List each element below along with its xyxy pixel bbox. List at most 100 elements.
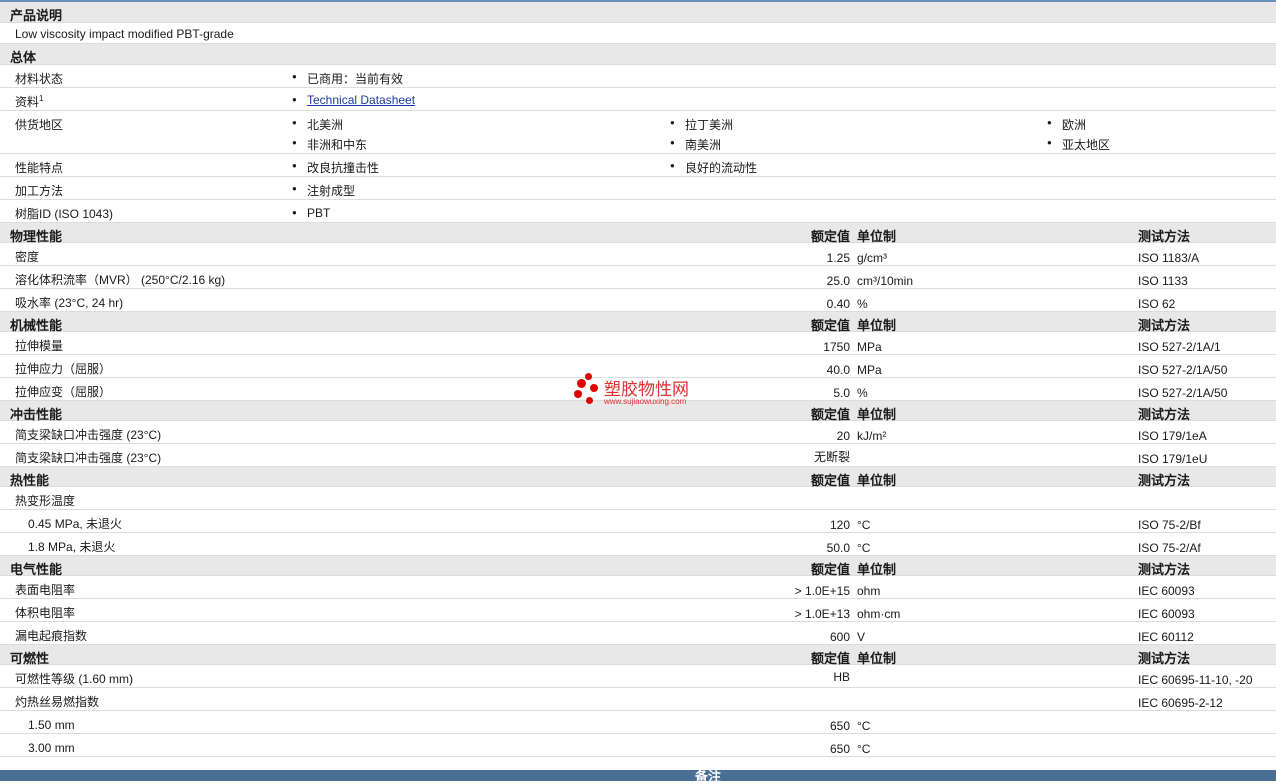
region-item: 拉丁美洲 [670, 116, 733, 133]
property-unit: °C [857, 541, 871, 555]
table-row: 热变形温度 [0, 487, 1276, 510]
watermark-url: www.sujiaowuxing.com [604, 397, 687, 406]
property-unit: MPa [857, 363, 882, 377]
property-name: 表面电阻率 [15, 583, 76, 597]
region-item: 欧洲 [1047, 116, 1086, 133]
section-general: 总体 [0, 44, 1276, 65]
table-row: 漏电起痕指数 600 V IEC 60112 [0, 622, 1276, 645]
property-value: 1750 [823, 340, 850, 354]
table-row: 吸水率 (23°C, 24 hr) 0.40 % ISO 62 [0, 289, 1276, 312]
property-unit: V [857, 630, 866, 644]
property-value: 20 [836, 429, 850, 443]
property-unit: °C [857, 742, 871, 756]
property-value: 无断裂 [813, 450, 850, 464]
logo-dot-icon [586, 397, 593, 404]
property-name: 热变形温度 [15, 494, 76, 508]
section-physical: 物理性能 额定值 单位制 测试方法 [0, 223, 1276, 244]
property-unit: °C [857, 518, 871, 532]
test-method: IEC 60093 [1138, 584, 1195, 598]
technical-datasheet-link[interactable]: Technical Datasheet [307, 93, 415, 107]
test-method: ISO 527-2/1A/1 [1138, 340, 1221, 354]
property-value: 600 [829, 630, 850, 644]
table-row: 简支梁缺口冲击强度 (23°C) 无断裂 ISO 179/1eU [0, 444, 1276, 467]
property-value: > 1.0E+15 [794, 584, 850, 598]
property-name: 溶化体积流率（MVR） (250°C/2.16 kg) [15, 273, 226, 287]
table-row: 简支梁缺口冲击强度 (23°C) 20 kJ/m² ISO 179/1eA [0, 421, 1276, 444]
regions-row: 供货地区 北美洲 拉丁美洲 欧洲 非洲和中东 南美洲 亚太地区 [0, 111, 1276, 154]
property-name: 简支梁缺口冲击强度 (23°C) [15, 451, 162, 465]
table-row: 可燃性等级 (1.60 mm) HB IEC 60695-11-10, -20 [0, 665, 1276, 688]
resin-row: 树脂ID (ISO 1043) PBT [0, 200, 1276, 223]
processing-label: 加工方法 [15, 184, 64, 198]
table-row: 1.8 MPa, 未退火 50.0 °C ISO 75-2/Af [0, 533, 1276, 556]
resin-value: PBT [292, 206, 331, 220]
property-name: 1.50 mm [28, 718, 75, 732]
watermark-logo: 塑胶物性网 www.sujiaowuxing.com [574, 373, 714, 409]
property-value: 1.25 [826, 251, 850, 265]
property-name: 漏电起痕指数 [15, 629, 88, 643]
property-name: 拉伸模量 [15, 339, 64, 353]
test-method: IEC 60093 [1138, 607, 1195, 621]
section-description: 产品说明 [0, 2, 1276, 23]
test-method: ISO 62 [1138, 297, 1176, 311]
docs-item: Technical Datasheet [292, 93, 415, 107]
features-row: 性能特点 改良抗撞击性 良好的流动性 [0, 154, 1276, 177]
table-row: 密度 1.25 g/cm³ ISO 1183/A [0, 243, 1276, 266]
property-unit: ohm [857, 584, 881, 598]
property-unit: % [857, 297, 868, 311]
test-method: ISO 75-2/Af [1138, 541, 1201, 555]
section-title: 总体 [10, 50, 37, 65]
property-unit: g/cm³ [857, 251, 887, 265]
property-name: 可燃性等级 (1.60 mm) [15, 672, 134, 686]
region-item: 亚太地区 [1047, 136, 1110, 153]
notes-title: 备注 [695, 769, 722, 784]
feature-item: 良好的流动性 [670, 159, 757, 176]
test-method: ISO 527-2/1A/50 [1138, 386, 1228, 400]
property-unit: cm³/10min [857, 274, 914, 288]
status-value: 已商用：当前有效 [292, 70, 403, 87]
logo-dot-icon [590, 384, 598, 392]
test-method: ISO 179/1eU [1138, 452, 1208, 466]
table-row: 体积电阻率 > 1.0E+13 ohm·cm IEC 60093 [0, 599, 1276, 622]
test-method: ISO 527-2/1A/50 [1138, 363, 1228, 377]
property-name: 密度 [15, 250, 40, 264]
table-row: 溶化体积流率（MVR） (250°C/2.16 kg) 25.0 cm³/10m… [0, 266, 1276, 289]
section-title: 产品说明 [10, 8, 63, 23]
docs-row: 资料1 Technical Datasheet [0, 88, 1276, 111]
property-value: 40.0 [826, 363, 850, 377]
table-row: 0.45 MPa, 未退火 120 °C ISO 75-2/Bf [0, 510, 1276, 533]
table-row: 拉伸模量 1750 MPa ISO 527-2/1A/1 [0, 332, 1276, 355]
section-electrical: 电气性能 额定值 单位制 测试方法 [0, 556, 1276, 577]
features-label: 性能特点 [15, 161, 64, 175]
property-name: 拉伸应变（屈服） [15, 385, 112, 399]
property-value: 5.0 [833, 386, 850, 400]
property-value: 0.40 [826, 297, 850, 311]
section-thermal: 热性能 额定值 单位制 测试方法 [0, 467, 1276, 488]
property-value: 25.0 [826, 274, 850, 288]
property-name: 0.45 MPa, 未退火 [28, 517, 123, 531]
table-row: 1.50 mm 650 °C [0, 711, 1276, 734]
processing-row: 加工方法 注射成型 [0, 177, 1276, 200]
property-value: 650 [829, 719, 850, 733]
notes-section-bar: 备注 [0, 769, 1276, 784]
regions-label: 供货地区 [15, 118, 64, 132]
property-name: 灼热丝易燃指数 [15, 695, 100, 709]
property-unit: °C [857, 719, 871, 733]
test-method: ISO 1133 [1138, 274, 1188, 288]
property-name: 3.00 mm [28, 741, 75, 755]
property-value: HB [833, 670, 850, 684]
test-method: ISO 1183/A [1138, 251, 1200, 265]
status-label: 材料状态 [15, 72, 64, 86]
property-name: 吸水率 (23°C, 24 hr) [15, 296, 124, 310]
property-name: 体积电阻率 [15, 606, 76, 620]
test-method: IEC 60695-11-10, -20 [1138, 673, 1253, 687]
region-item: 北美洲 [292, 116, 343, 133]
test-method: ISO 75-2/Bf [1138, 518, 1201, 532]
property-value: > 1.0E+13 [794, 607, 850, 621]
test-method: IEC 60112 [1138, 630, 1194, 644]
property-value: 120 [829, 518, 850, 532]
description-text: Low viscosity impact modified PBT-grade [15, 27, 234, 41]
docs-label: 资料1 [15, 94, 44, 109]
property-name: 1.8 MPa, 未退火 [28, 540, 116, 554]
section-flammability: 可燃性 额定值 单位制 测试方法 [0, 645, 1276, 666]
